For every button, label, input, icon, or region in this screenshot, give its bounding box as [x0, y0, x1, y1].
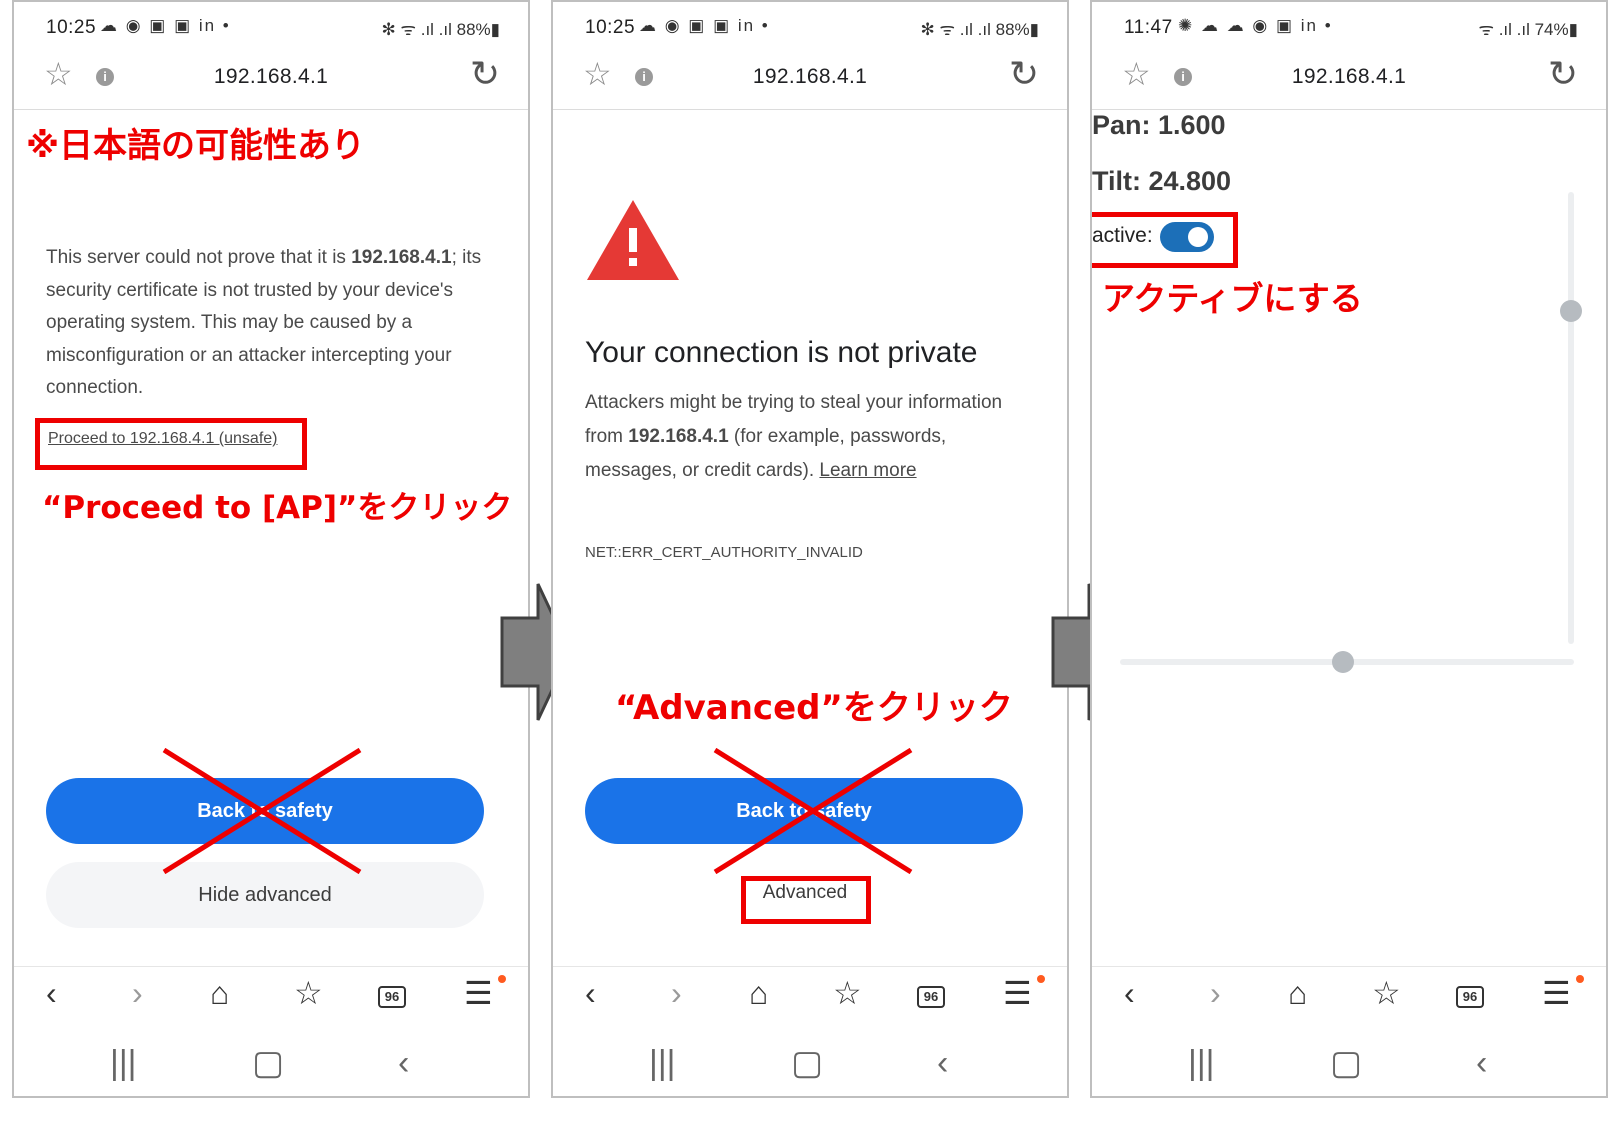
- pan-slider-thumb[interactable]: [1332, 651, 1354, 673]
- menu-icon[interactable]: ☰: [1003, 977, 1032, 1009]
- recents-icon[interactable]: |||: [1188, 1046, 1215, 1080]
- highlight-box-active: [1092, 212, 1238, 268]
- warning-text: This server could not prove that it is 1…: [46, 247, 482, 398]
- reload-icon[interactable]: ↻: [470, 56, 500, 92]
- phone-screen-3: 11:47 ✺ ☁ ☁ ◉ ▣ in • ᯤ .ıl .ıl 74%▮ ☆ i …: [1090, 0, 1608, 1098]
- home-icon[interactable]: ⌂: [210, 977, 229, 1009]
- notification-dot: [1037, 975, 1045, 983]
- cross-out-mark: [713, 748, 913, 874]
- tilt-slider-thumb[interactable]: [1560, 300, 1582, 322]
- forward-arrow-icon[interactable]: ›: [1210, 977, 1221, 1009]
- status-indicators: ✻ ᯤ .ıl .ıl 88%▮: [381, 20, 500, 39]
- status-indicators: ᯤ .ıl .ıl 74%▮: [1478, 20, 1578, 39]
- warning-triangle-icon: [587, 200, 679, 280]
- status-time: 10:25: [585, 17, 636, 38]
- url-text[interactable]: 192.168.4.1: [1092, 65, 1606, 89]
- home-icon[interactable]: ⌂: [1288, 977, 1307, 1009]
- bookmarks-icon[interactable]: ☆: [833, 977, 862, 1009]
- warning-exclamation-bar: [629, 228, 637, 252]
- forward-arrow-icon[interactable]: ›: [671, 977, 682, 1009]
- url-text[interactable]: 192.168.4.1: [14, 65, 528, 89]
- forward-arrow-icon[interactable]: ›: [132, 977, 143, 1009]
- back-arrow-icon[interactable]: ‹: [1124, 977, 1135, 1009]
- annotation-click-proceed: “Proceed to [AP]”をクリック: [42, 490, 513, 526]
- tabs-icon[interactable]: 96: [917, 986, 945, 1008]
- warning-exclamation-dot: [629, 258, 637, 266]
- highlight-box-advanced: [741, 876, 871, 924]
- address-bar: ☆ i 192.168.4.1 ↻: [14, 52, 528, 110]
- cross-out-mark: [162, 748, 362, 874]
- tilt-slider-track[interactable]: [1568, 192, 1574, 644]
- pan-value: Pan: 1.600: [1092, 110, 1226, 140]
- notification-icons: ✺ ☁ ☁ ◉ ▣ in •: [1178, 16, 1333, 35]
- status-bar: 10:25 ☁ ◉ ▣ ▣ in • ✻ ᯤ .ıl .ıl 88%▮: [553, 2, 1067, 52]
- notification-dot: [1576, 975, 1584, 983]
- system-back-icon[interactable]: ‹: [1476, 1046, 1487, 1080]
- recents-icon[interactable]: |||: [649, 1046, 676, 1080]
- tabs-icon[interactable]: 96: [378, 986, 406, 1008]
- bookmarks-icon[interactable]: ☆: [1372, 977, 1401, 1009]
- status-time: 10:25: [46, 17, 97, 38]
- page-heading: Your connection is not private: [585, 336, 978, 369]
- annotation-click-advanced: “Advanced”をクリック: [615, 688, 1013, 728]
- url-text[interactable]: 192.168.4.1: [553, 65, 1067, 89]
- bookmarks-icon[interactable]: ☆: [294, 977, 323, 1009]
- system-back-icon[interactable]: ‹: [398, 1046, 409, 1080]
- system-home-icon[interactable]: ▢: [252, 1046, 284, 1080]
- error-code: NET::ERR_CERT_AUTHORITY_INVALID: [585, 544, 863, 561]
- back-arrow-icon[interactable]: ‹: [46, 977, 57, 1009]
- status-time: 11:47: [1124, 17, 1173, 38]
- annotation-activate: アクティブにする: [1102, 279, 1363, 318]
- status-bar: 11:47 ✺ ☁ ☁ ◉ ▣ in • ᯤ .ıl .ıl 74%▮: [1092, 2, 1606, 52]
- privacy-description: Attackers might be trying to steal your …: [585, 392, 1003, 481]
- menu-icon[interactable]: ☰: [464, 977, 493, 1009]
- menu-icon[interactable]: ☰: [1542, 977, 1571, 1009]
- learn-more-link[interactable]: Learn more: [819, 460, 916, 481]
- system-home-icon[interactable]: ▢: [791, 1046, 823, 1080]
- highlight-box-proceed: [35, 418, 307, 470]
- browser-toolbar: ‹ › ⌂ ☆ 96 ☰: [553, 966, 1067, 1028]
- phone-screen-1: 10:25 ☁ ◉ ▣ ▣ in • ✻ ᯤ .ıl .ıl 88%▮ ☆ i …: [12, 0, 530, 1098]
- status-bar: 10:25 ☁ ◉ ▣ ▣ in • ✻ ᯤ .ıl .ıl 88%▮: [14, 2, 528, 52]
- tabs-icon[interactable]: 96: [1456, 986, 1484, 1008]
- address-bar: ☆ i 192.168.4.1 ↻: [1092, 52, 1606, 110]
- address-bar: ☆ i 192.168.4.1 ↻: [553, 52, 1067, 110]
- system-back-icon[interactable]: ‹: [937, 1046, 948, 1080]
- notification-dot: [498, 975, 506, 983]
- tilt-value: Tilt: 24.800: [1092, 166, 1232, 196]
- recents-icon[interactable]: |||: [110, 1046, 137, 1080]
- system-nav-bar: ||| ▢ ‹: [14, 1034, 528, 1096]
- system-nav-bar: ||| ▢ ‹: [1092, 1034, 1606, 1096]
- status-indicators: ✻ ᯤ .ıl .ıl 88%▮: [920, 20, 1039, 39]
- annotation-japanese-note: ※日本語の可能性あり: [26, 126, 366, 166]
- browser-toolbar: ‹ › ⌂ ☆ 96 ☰: [14, 966, 528, 1028]
- notification-icons: ☁ ◉ ▣ ▣ in •: [100, 16, 231, 35]
- system-nav-bar: ||| ▢ ‹: [553, 1034, 1067, 1096]
- back-arrow-icon[interactable]: ‹: [585, 977, 596, 1009]
- home-icon[interactable]: ⌂: [749, 977, 768, 1009]
- reload-icon[interactable]: ↻: [1009, 56, 1039, 92]
- system-home-icon[interactable]: ▢: [1330, 1046, 1362, 1080]
- phone-screen-2: 10:25 ☁ ◉ ▣ ▣ in • ✻ ᯤ .ıl .ıl 88%▮ ☆ i …: [551, 0, 1069, 1098]
- notification-icons: ☁ ◉ ▣ ▣ in •: [639, 16, 770, 35]
- reload-icon[interactable]: ↻: [1548, 56, 1578, 92]
- browser-toolbar: ‹ › ⌂ ☆ 96 ☰: [1092, 966, 1606, 1028]
